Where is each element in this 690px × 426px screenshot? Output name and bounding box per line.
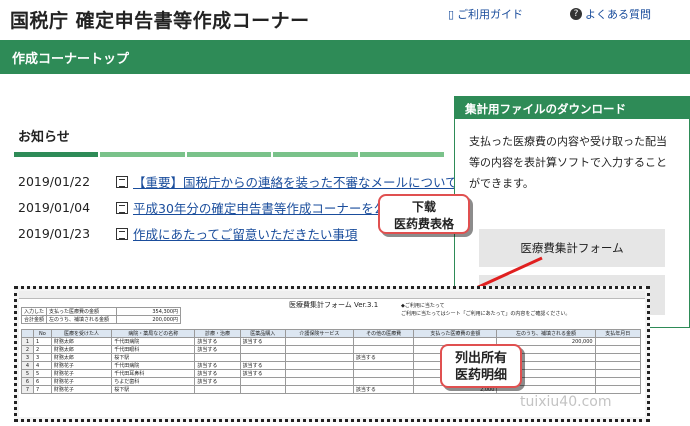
download-callout: 下载 医药费表格: [378, 194, 470, 234]
table-row: 1 1 財務太郎 千代田病院 該当する 該当する 200,000: [21, 337, 642, 346]
summary-side: 入力した: [20, 307, 48, 316]
news-date: 2019/01/04: [18, 200, 91, 215]
summary-label: 左のうち、補填される金額: [46, 315, 118, 324]
question-icon: ?: [570, 8, 582, 20]
col-header: 医薬品購入: [239, 329, 286, 338]
col-header: 病院・薬局などの名称: [111, 329, 196, 338]
document-icon: [116, 201, 128, 214]
download-panel-title: 集計用ファイルのダウンロード: [455, 97, 689, 119]
list-callout-line1: 列出所有: [454, 351, 507, 366]
news-link[interactable]: 平成30年分の確定申告書等作成コーナーを公開: [133, 198, 399, 217]
list-callout: 列出所有 医药明细: [440, 344, 522, 388]
table-row: 2 2 財務太郎 千代田眼科 該当する: [21, 345, 642, 354]
faq-link[interactable]: ? よくある質問: [570, 6, 651, 22]
nav-title[interactable]: 作成コーナートップ: [12, 48, 129, 67]
document-icon: [116, 175, 128, 188]
news-item: 2019/01/22 【重要】国税庁からの連絡を装った不審なメールについて: [18, 172, 458, 191]
news-link[interactable]: 【重要】国税庁からの連絡を装った不審なメールについて: [133, 172, 458, 191]
col-header: 支払った医療費の金額: [413, 329, 498, 338]
list-callout-line2: 医药明细: [454, 368, 507, 383]
faq-link-label: よくある質問: [585, 8, 651, 21]
col-header: 左のうち、補填される金額: [496, 329, 596, 338]
table-row: 66財務花子ちよだ歯科該当する100,000: [21, 377, 642, 386]
summary-table: 入力した 支払った医療費の金額 354,300円 合計金額 左のうち、補填される…: [20, 307, 182, 324]
sheet-note: ご利用に当たってはシート「ご利用にあたって」の内容をご確認ください。: [401, 311, 571, 317]
summary-label: 支払った医療費の金額: [46, 307, 118, 316]
table-row: 7 7 財務花子 桜下駅 該当する 2,000: [21, 385, 642, 394]
table-row: 4 4 財務花子 千代田病院 該当する 該当する: [21, 361, 642, 370]
download-callout-line1: 下载: [411, 200, 436, 214]
col-header: No: [33, 329, 52, 338]
table-row: 3 3 財務太郎 桜下駅 該当する: [21, 353, 642, 362]
nav-bar: 作成コーナートップ: [0, 40, 690, 74]
sheet-title: 医療費集計フォーム Ver.3.1: [289, 301, 379, 309]
summary-value: 354,300円: [116, 307, 182, 316]
col-header: その他の医療費: [352, 329, 415, 338]
col-header: 医療を受けた人: [50, 329, 113, 338]
summary-side: 合計金額: [20, 315, 48, 324]
watermark: tuixiu40.com: [520, 394, 612, 410]
news-item: 2019/01/04 平成30年分の確定申告書等作成コーナーを公開: [18, 198, 399, 217]
col-header: 支払年月日: [594, 329, 642, 338]
news-date: 2019/01/23: [18, 226, 91, 241]
sheet-note: ◆ご利用に当たって: [401, 303, 445, 309]
summary-value: 200,000円: [116, 315, 182, 324]
news-item: 2019/01/23 作成にあたってご留意いただきたい事項: [18, 224, 357, 243]
guide-link-label: ご利用ガイド: [457, 8, 524, 21]
news-link[interactable]: 作成にあたってご留意いただきたい事項: [133, 224, 357, 243]
table-row: 5 5 財務花子 千代田耳鼻科 該当する 該当する: [21, 369, 642, 378]
site-header: 国税庁 確定申告書等作成コーナー ▯ ご利用ガイド ? よくある質問: [0, 0, 690, 40]
guide-link[interactable]: ▯ ご利用ガイド: [448, 6, 523, 22]
news-divider: [14, 152, 446, 157]
col-header: 診療・治療: [194, 329, 241, 338]
site-title: 国税庁 確定申告書等作成コーナー: [10, 10, 310, 32]
sheet-column-header: [19, 291, 645, 299]
news-date: 2019/01/22: [18, 174, 91, 189]
col-header: 介護保険サービス: [284, 329, 354, 338]
book-icon: ▯: [448, 7, 455, 21]
download-description: 支払った医療費の内容や受け取った配当等の内容を表計算ソフトで入力することができま…: [469, 135, 667, 190]
medical-table: No 医療を受けた人 病院・薬局などの名称 診療・治療 医薬品購入 介護保険サー…: [21, 329, 642, 394]
page: 国税庁 確定申告書等作成コーナー ▯ ご利用ガイド ? よくある質問 作成コーナ…: [0, 0, 690, 426]
news-heading: お知らせ: [18, 130, 70, 145]
medical-form-button[interactable]: 医療費集計フォーム: [479, 229, 665, 267]
download-callout-line2: 医药费表格: [393, 217, 454, 231]
document-icon: [116, 227, 128, 240]
